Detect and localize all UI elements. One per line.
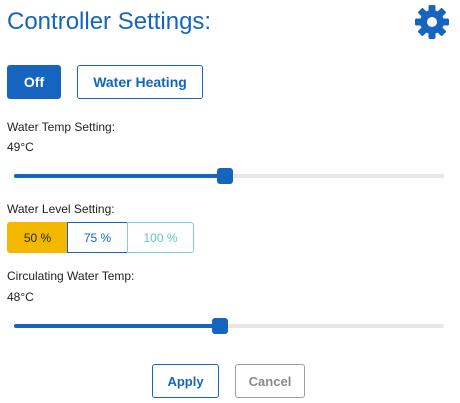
water-temp-value: 49°C: [7, 140, 34, 154]
water-level-option-75[interactable]: 75 %: [67, 222, 128, 253]
water-level-option-50[interactable]: 50 %: [7, 222, 68, 253]
apply-button[interactable]: Apply: [152, 364, 219, 398]
water-level-option-100[interactable]: 100 %: [127, 222, 194, 253]
water-temp-slider[interactable]: [14, 168, 444, 184]
water-temp-label: Water Temp Setting:: [7, 120, 116, 134]
slider-thumb[interactable]: [217, 168, 233, 184]
circulating-temp-label: Circulating Water Temp:: [7, 269, 135, 283]
gear-icon[interactable]: [414, 4, 450, 40]
circulating-temp-slider[interactable]: [14, 318, 444, 334]
slider-thumb[interactable]: [212, 318, 228, 334]
page-title: Controller Settings:: [7, 8, 212, 35]
slider-fill: [14, 324, 220, 328]
water-level-label: Water Level Setting:: [7, 202, 115, 216]
cancel-button[interactable]: Cancel: [235, 364, 305, 398]
slider-fill: [14, 174, 225, 178]
water-heating-button[interactable]: Water Heating: [77, 65, 203, 99]
circulating-temp-value: 48°C: [7, 290, 34, 304]
off-button[interactable]: Off: [7, 65, 61, 99]
